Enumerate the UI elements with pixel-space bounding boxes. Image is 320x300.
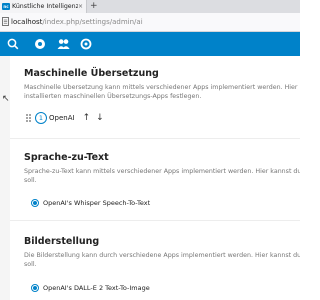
url-path: /index.php/settings/admin/ai [42, 18, 143, 26]
new-tab-button[interactable]: + [90, 1, 98, 12]
description-line: Maschinelle Übersetzung kann mittels ver… [24, 84, 300, 91]
radio-button[interactable] [31, 199, 39, 207]
radio-selected-dot [33, 286, 37, 290]
speech-to-text-title: Sprache-zu-Text [24, 152, 109, 163]
users-icon[interactable] [56, 37, 70, 51]
app-header [0, 32, 300, 56]
circles-icon[interactable] [79, 37, 93, 51]
machine-translation-description: Maschinelle Übersetzung kann mittels ver… [24, 84, 300, 101]
url-host: localhost [11, 18, 43, 26]
page-info-icon[interactable] [2, 17, 9, 29]
image-generation-description: Die Bilderstellung kann durch verschiede… [24, 252, 300, 269]
machine-translation-title: Maschinelle Übersetzung [24, 68, 159, 79]
description-line: soll. [24, 176, 37, 184]
settings-sidebar [0, 56, 10, 300]
browser-tabstrip: nc Künstliche Intelligenz - N × + [0, 0, 300, 13]
radio-selected-dot [33, 201, 37, 205]
tab-title: Künstliche Intelligenz - N [12, 3, 78, 10]
mouse-cursor-icon: ↖ [2, 94, 10, 104]
url-text[interactable]: localhost/index.php/settings/admin/ai [11, 17, 143, 27]
move-down-button[interactable]: ↓ [96, 113, 104, 123]
image-generation-title: Bilderstellung [24, 236, 100, 247]
browser-tab[interactable]: nc Künstliche Intelligenz - N × [0, 0, 87, 13]
speech-to-text-description: Sprache-zu-Text kann mittels verschieden… [24, 168, 300, 185]
speech-to-text-section: Sprache-zu-Text Sprache-zu-Text kann mit… [24, 152, 300, 185]
description-line: Sprache-zu-Text kann mittels verschieden… [24, 168, 300, 175]
image-generation-provider-label: OpenAI's DALL-E 2 Text-To-Image [43, 284, 150, 292]
move-up-button[interactable]: ↑ [83, 113, 91, 123]
provider-label: OpenAI [49, 114, 75, 122]
search-icon[interactable] [6, 37, 20, 51]
provider-order-number: 1 [35, 112, 47, 124]
description-line: installierten maschinellen Übersetzungs-… [24, 92, 202, 100]
settings-content: ↖ Maschinelle Übersetzung Maschinelle Üb… [0, 56, 300, 300]
section-divider [10, 138, 300, 139]
description-line: soll. [24, 260, 37, 268]
radio-button[interactable] [31, 284, 39, 292]
speech-to-text-provider-option[interactable]: OpenAI's Whisper Speech-To-Text [31, 198, 150, 208]
speech-to-text-provider-label: OpenAI's Whisper Speech-To-Text [43, 199, 151, 207]
machine-translation-section: Maschinelle Übersetzung Maschinelle Über… [24, 68, 300, 101]
section-divider [10, 220, 300, 221]
image-generation-section: Bilderstellung Die Bilderstellung kann d… [24, 236, 300, 269]
nextcloud-favicon-icon: nc [2, 3, 10, 10]
address-bar[interactable]: localhost/index.php/settings/admin/ai [0, 13, 300, 32]
photos-icon[interactable] [33, 37, 47, 51]
image-generation-provider-option[interactable]: OpenAI's DALL-E 2 Text-To-Image [31, 283, 150, 293]
drag-handle-icon[interactable] [26, 113, 32, 123]
translation-provider-row[interactable]: 1 OpenAI ↑ ↓ [26, 111, 104, 125]
close-tab-icon[interactable]: × [78, 3, 84, 10]
description-line: Die Bilderstellung kann durch verschiede… [24, 252, 300, 259]
